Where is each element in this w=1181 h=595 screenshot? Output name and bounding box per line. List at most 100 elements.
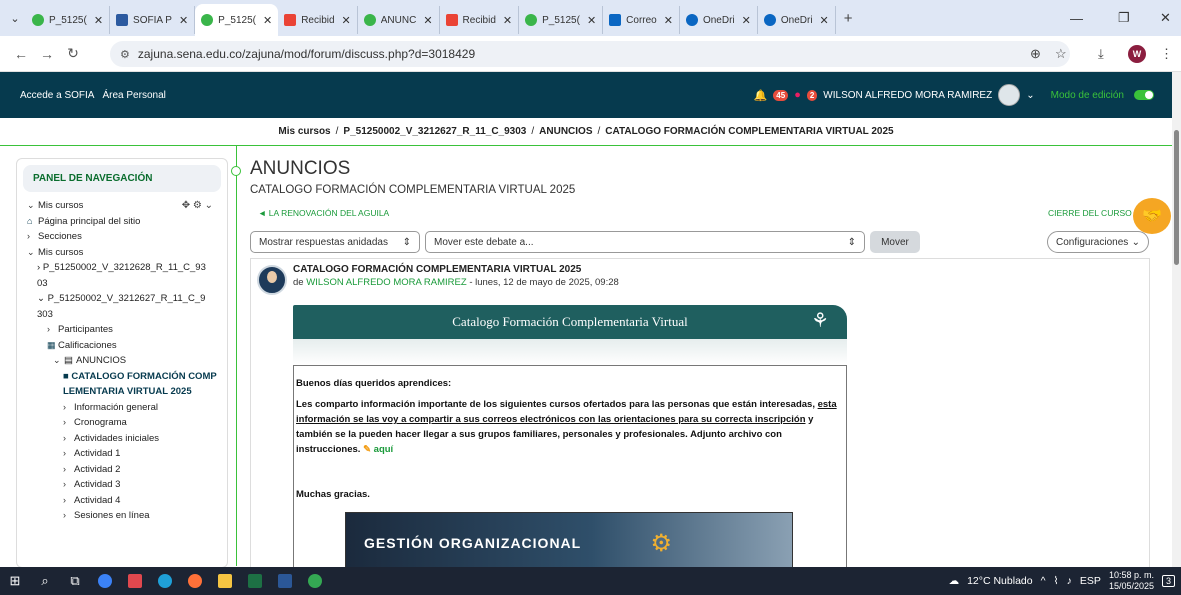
weather-text[interactable]: 12°C Nublado: [967, 575, 1033, 587]
tab-close-icon[interactable]: ✕: [179, 14, 188, 27]
volume-icon[interactable]: ♪: [1067, 575, 1072, 587]
browser-tab-active[interactable]: P_5125( ✕: [195, 4, 279, 36]
browser-tab[interactable]: P_5125( ✕: [26, 6, 111, 34]
file-explorer-icon[interactable]: [210, 567, 240, 595]
page-scrollbar[interactable]: [1172, 72, 1181, 567]
user-avatar[interactable]: [998, 84, 1021, 106]
chrome-icon[interactable]: [300, 567, 330, 595]
nav-item[interactable]: › Actividad 2: [27, 462, 221, 478]
here-link[interactable]: aquí: [374, 444, 394, 455]
forward-icon[interactable]: →: [34, 46, 60, 62]
bookmark-star-icon[interactable]: ☆: [1055, 36, 1067, 72]
breadcrumb-separator: /: [335, 126, 339, 137]
block-move-settings-icon[interactable]: ✥ ⚙ ⌄: [182, 198, 213, 214]
nav-item[interactable]: › Información general: [27, 400, 221, 416]
notifications-badge[interactable]: 3: [1161, 575, 1175, 587]
firefox-icon[interactable]: [180, 567, 210, 595]
tray-expand-icon[interactable]: ^: [1041, 575, 1046, 587]
tab-close-icon[interactable]: ✕: [503, 14, 512, 27]
nav-item-course-1[interactable]: › P_51250002_V_3212628_R_11_C_9303: [27, 260, 221, 291]
breadcrumb-item[interactable]: ANUNCIOS: [539, 126, 592, 137]
settings-dropdown[interactable]: Configuraciones ⌄: [1047, 231, 1149, 253]
breadcrumb-item[interactable]: P_51250002_V_3212627_R_11_C_9303: [343, 126, 526, 137]
nav-item-my-courses-2[interactable]: ⌄ Mis cursos: [27, 245, 221, 261]
browser-menu-icon[interactable]: ⋮: [1160, 36, 1173, 72]
nav-item[interactable]: › Actividad 3: [27, 477, 221, 493]
new-tab-button[interactable]: +: [836, 10, 861, 27]
word-icon[interactable]: [270, 567, 300, 595]
nav-item-my-courses[interactable]: ⌄ Mis cursos ✥ ⚙ ⌄: [27, 198, 221, 214]
tab-label: P_5125(: [218, 14, 256, 26]
nav-item-grades[interactable]: ▦ Calificaciones: [27, 338, 221, 354]
site-info-icon[interactable]: ⚙: [120, 48, 130, 61]
display-mode-select[interactable]: Mostrar respuestas anidadas ⇕: [250, 231, 420, 253]
app-icon[interactable]: [120, 567, 150, 595]
network-icon[interactable]: ⌇: [1054, 575, 1059, 587]
back-icon[interactable]: ←: [8, 46, 34, 62]
tab-close-icon[interactable]: ✕: [94, 14, 103, 27]
windows-start-icon[interactable]: ⊞: [0, 567, 30, 595]
link-personal-area[interactable]: Área Personal: [102, 90, 165, 101]
browser-tab[interactable]: Recibid ✕: [440, 6, 520, 34]
nav-item-home[interactable]: ⌂ Página principal del sitio: [27, 214, 221, 230]
tab-search-chevron-icon[interactable]: ⌄: [4, 12, 26, 25]
grades-table-icon: ▦: [47, 339, 56, 350]
nav-item[interactable]: › Cronograma: [27, 415, 221, 431]
tab-close-icon[interactable]: ✕: [342, 14, 351, 27]
nav-item-course-2[interactable]: ⌄ P_51250002_V_3212627_R_11_C_9303: [27, 291, 221, 322]
search-icon[interactable]: ⌕: [30, 567, 60, 595]
post-author-link[interactable]: WILSON ALFREDO MORA RAMIREZ: [306, 277, 466, 288]
link-sofia[interactable]: Accede a SOFIA: [20, 90, 94, 101]
browser-tab[interactable]: ANUNC ✕: [358, 6, 440, 34]
browser-tab[interactable]: Correo ✕: [603, 6, 680, 34]
scrollbar-thumb[interactable]: [1174, 130, 1179, 265]
minimize-icon[interactable]: —: [1070, 0, 1083, 36]
nav-item-announcements[interactable]: ⌄ ▤ ANUNCIOS: [27, 353, 221, 369]
browser-tab[interactable]: Recibid ✕: [278, 6, 358, 34]
excel-icon[interactable]: [240, 567, 270, 595]
url-field[interactable]: ⚙ zajuna.sena.edu.co/zajuna/mod/forum/di…: [110, 41, 1070, 67]
user-name[interactable]: WILSON ALFREDO MORA RAMIREZ: [823, 90, 992, 101]
nav-label: CATALOGO FORMACIÓN COMPLEMENTARIA VIRTUA…: [63, 370, 217, 398]
tab-close-icon[interactable]: ✕: [263, 14, 272, 27]
edge-icon[interactable]: [150, 567, 180, 595]
reload-icon[interactable]: ↻: [60, 45, 86, 62]
prev-discussion-link[interactable]: ◄ LA RENOVACIÓN DEL AGUILA: [258, 208, 389, 218]
close-window-icon[interactable]: ✕: [1160, 0, 1171, 36]
nav-item-current[interactable]: ■ CATALOGO FORMACIÓN COMPLEMENTARIA VIRT…: [27, 369, 221, 400]
nav-item-sections[interactable]: › Secciones: [27, 229, 221, 245]
help-handshake-icon[interactable]: 🤝: [1133, 198, 1171, 234]
tab-close-icon[interactable]: ✕: [587, 14, 596, 27]
author-avatar[interactable]: [257, 265, 287, 295]
tab-close-icon[interactable]: ✕: [664, 14, 673, 27]
download-icon[interactable]: ⤓: [1098, 36, 1104, 72]
course-image[interactable]: GESTIÓN ORGANIZACIONAL ⚙: [345, 512, 793, 569]
profile-avatar[interactable]: W: [1128, 36, 1146, 72]
move-discussion-select[interactable]: Mover este debate a... ⇕: [425, 231, 865, 253]
chat-icon[interactable]: ●: [794, 89, 801, 101]
task-view-icon[interactable]: ⧉: [60, 567, 90, 595]
nav-item[interactable]: › Actividad 4: [27, 493, 221, 509]
browser-tab[interactable]: SOFIA P ✕: [110, 6, 196, 34]
clock[interactable]: 10:58 p. m. 15/05/2025: [1109, 570, 1154, 592]
nav-item[interactable]: › Actividades iniciales: [27, 431, 221, 447]
nav-item[interactable]: › Actividad 1: [27, 446, 221, 462]
next-discussion-link[interactable]: CIERRE DEL CURSO ►: [1048, 208, 1143, 218]
browser-tab[interactable]: P_5125( ✕: [519, 6, 604, 34]
zoom-icon[interactable]: ⊕: [1030, 36, 1041, 72]
language-indicator[interactable]: ESP: [1080, 575, 1101, 587]
breadcrumb-item[interactable]: Mis cursos: [278, 126, 330, 137]
nav-item-participants[interactable]: › Participantes: [27, 322, 221, 338]
browser-tab[interactable]: OneDri ✕: [680, 6, 758, 34]
bell-icon[interactable]: 🔔: [754, 89, 768, 102]
restore-icon[interactable]: ❐: [1118, 0, 1130, 36]
move-button[interactable]: Mover: [870, 231, 920, 253]
edit-mode-toggle[interactable]: [1134, 90, 1154, 100]
tab-close-icon[interactable]: ✕: [742, 14, 751, 27]
browser-tab[interactable]: OneDri ✕: [758, 6, 836, 34]
tab-close-icon[interactable]: ✕: [423, 14, 432, 27]
app-icon[interactable]: [90, 567, 120, 595]
tab-close-icon[interactable]: ✕: [820, 14, 829, 27]
user-menu-chevron-icon[interactable]: ⌄: [1026, 90, 1034, 101]
nav-item[interactable]: › Sesiones en línea: [27, 508, 221, 524]
